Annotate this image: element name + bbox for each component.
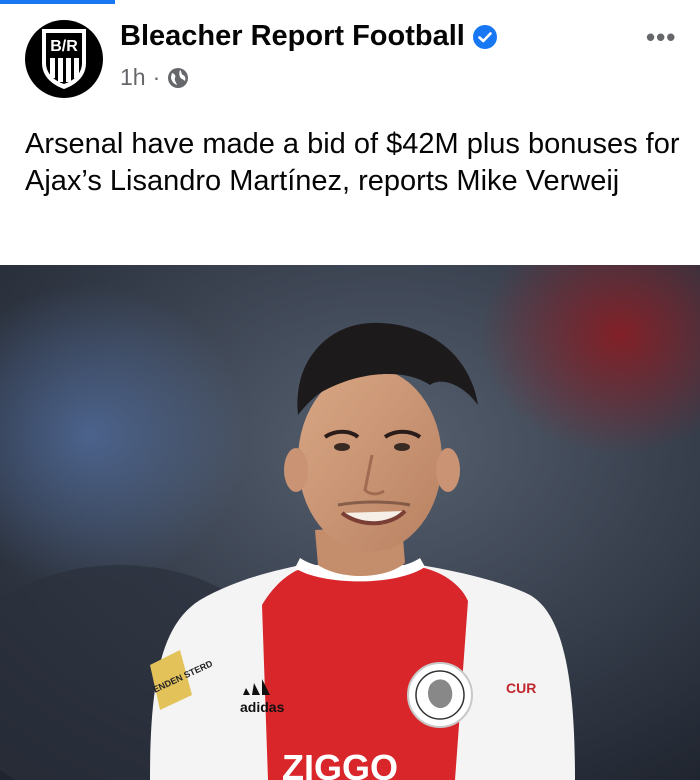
- page-name-row: Bleacher Report Football: [120, 20, 497, 53]
- meta-separator: ·: [152, 64, 161, 90]
- sponsor-text: ZIGGO: [282, 747, 398, 780]
- post-header: B/R Bleacher Report Football 1h · •••: [0, 0, 700, 110]
- globe-icon: [168, 67, 189, 88]
- post-caption: Arsenal have made a bid of $42M plus bon…: [25, 128, 680, 197]
- page-name[interactable]: Bleacher Report Football: [120, 20, 465, 53]
- sleeve-text: CUR: [506, 680, 536, 696]
- player-photo: adidas ENDEN STERD CUR ZIGGO: [0, 265, 700, 780]
- page-avatar[interactable]: B/R: [25, 20, 103, 98]
- logo-text: B/R: [50, 38, 78, 55]
- post-time[interactable]: 1h: [120, 64, 146, 91]
- bleacher-report-logo: B/R: [42, 29, 86, 89]
- post-photo[interactable]: adidas ENDEN STERD CUR ZIGGO: [0, 265, 700, 780]
- post-meta: 1h ·: [120, 64, 189, 91]
- more-options-button[interactable]: •••: [646, 22, 676, 53]
- kit-brand-text: adidas: [240, 699, 285, 715]
- verified-badge-icon: [472, 24, 497, 49]
